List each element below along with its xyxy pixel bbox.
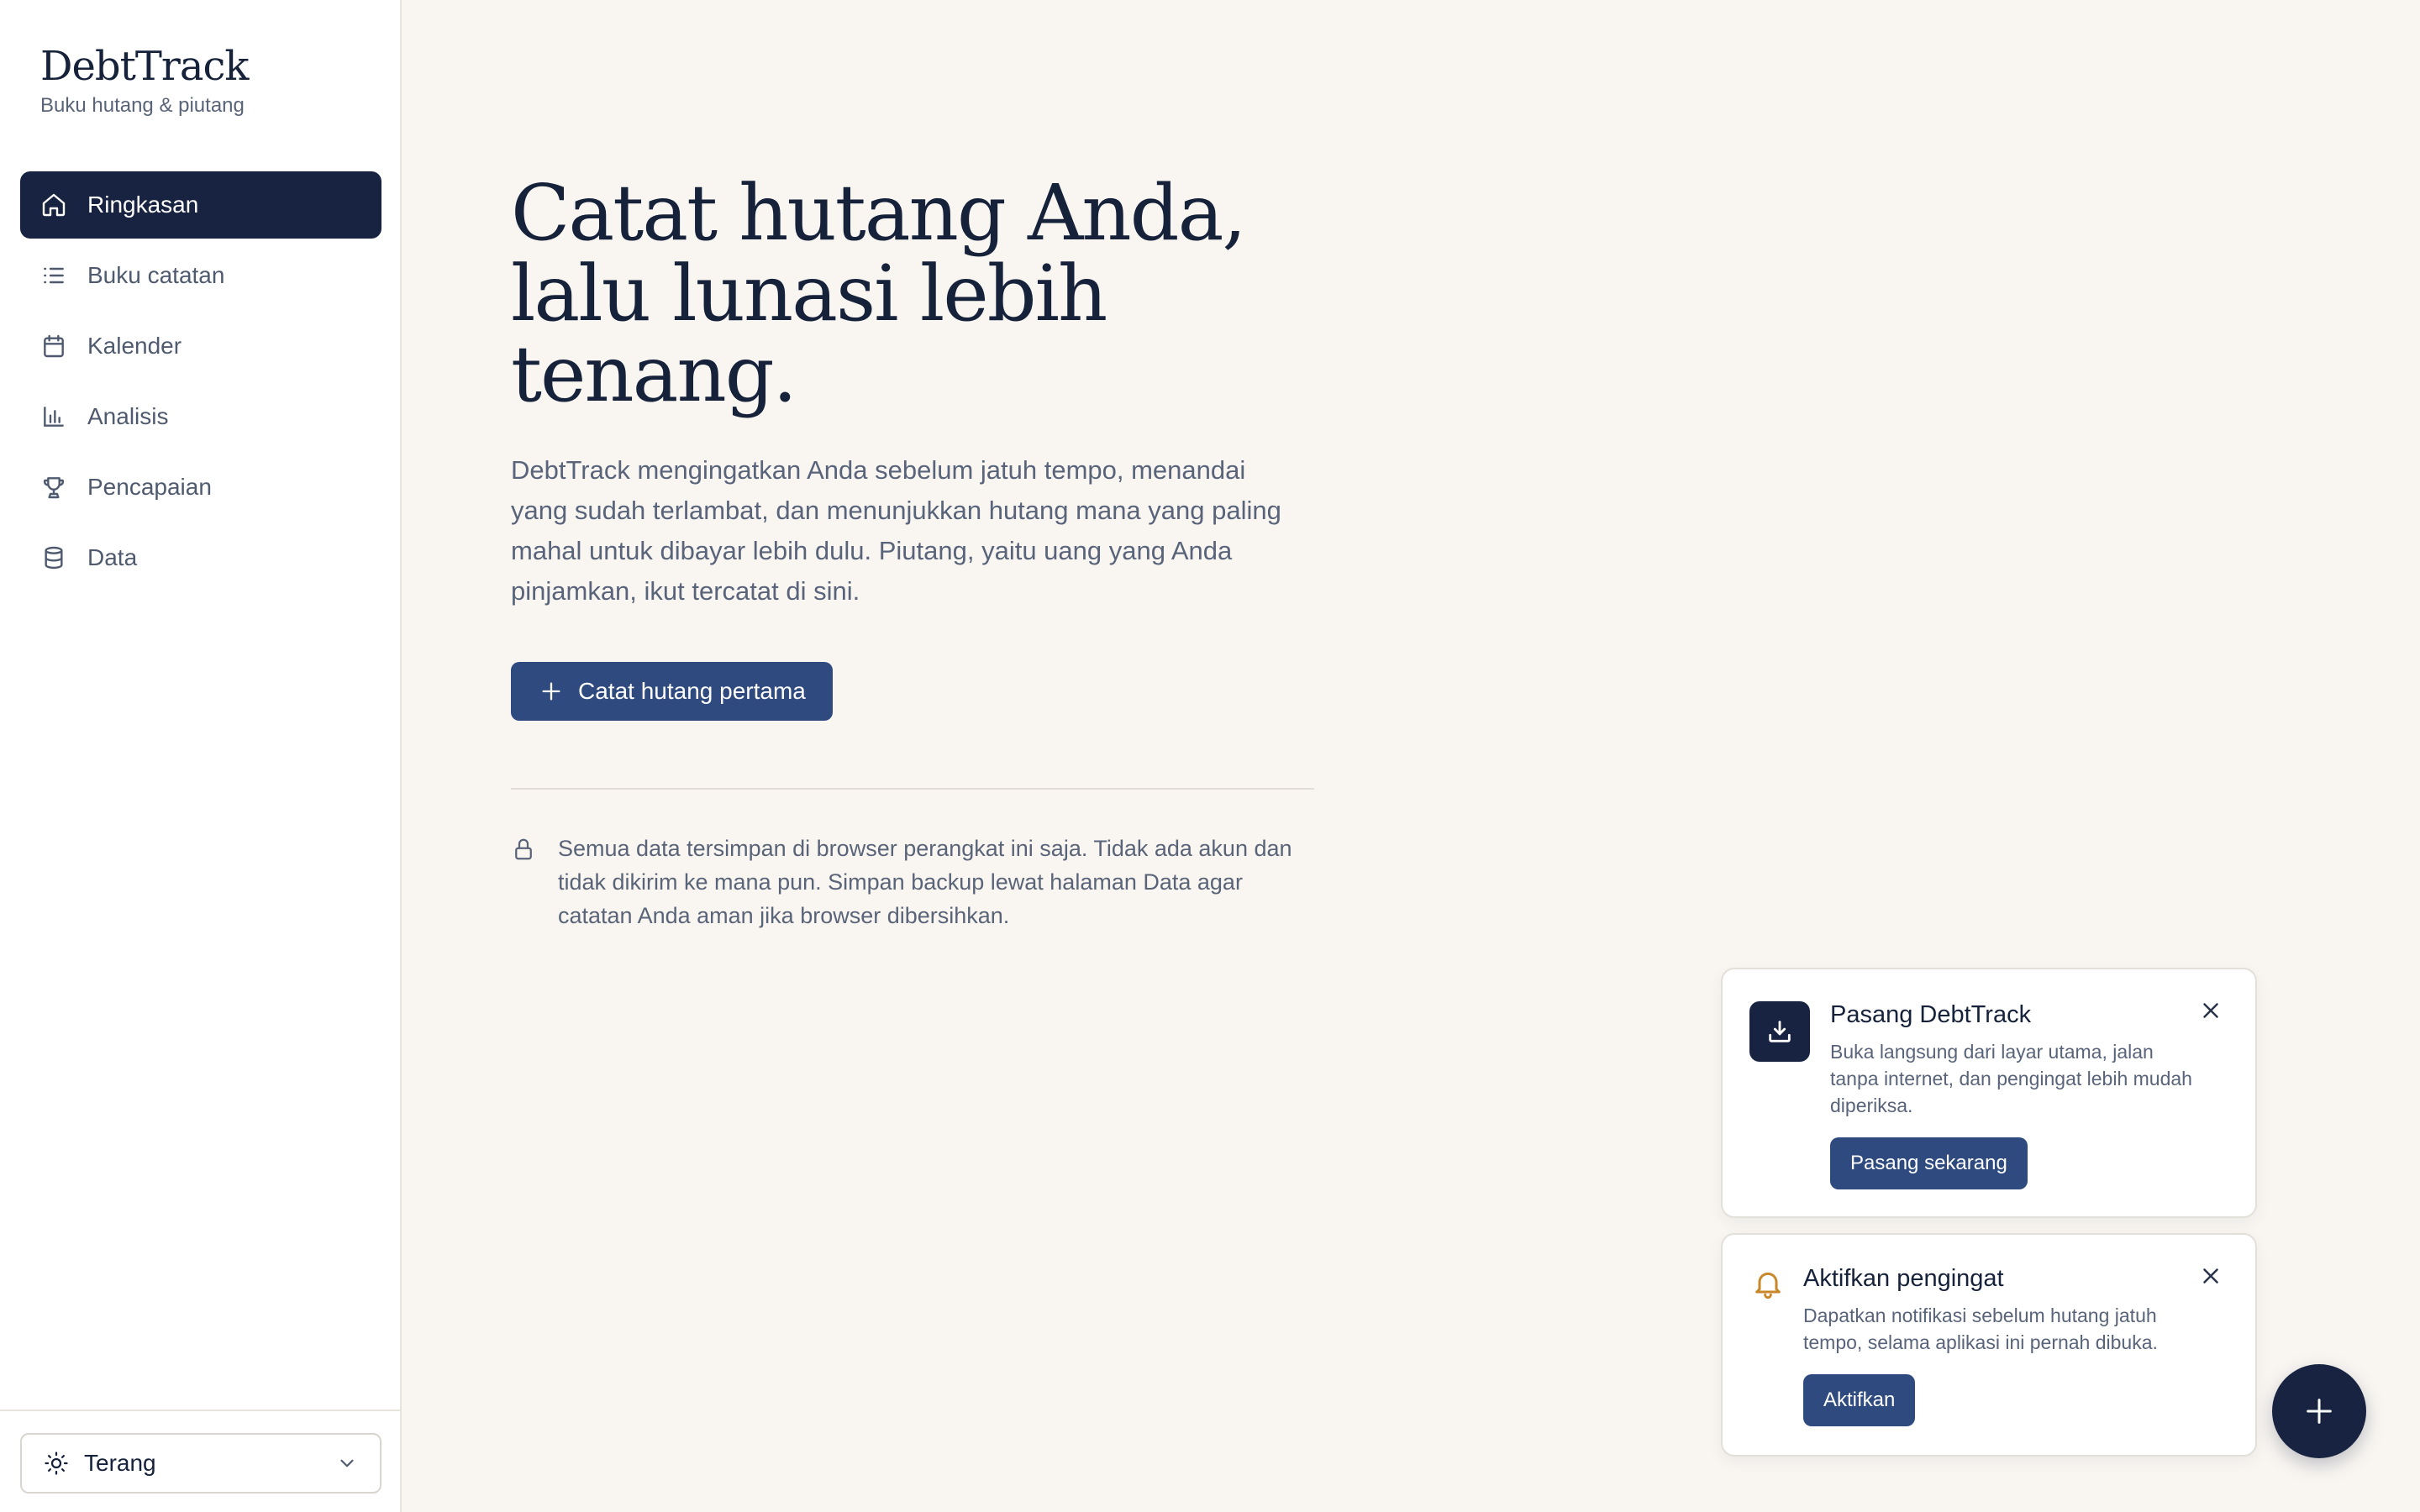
reminder-toast: Aktifkan pengingat Dapatkan notifikasi s… [1721,1233,2257,1457]
privacy-text: Semua data tersimpan di browser perangka… [558,836,1292,928]
plus-icon [2307,1399,2332,1424]
sidebar-item-label: Data [87,544,138,570]
privacy-note: Semua data tersimpan di browser perangka… [511,832,1318,932]
close-icon[interactable] [2198,998,2223,1023]
sidebar: DebtTrack Buku hutang & piutang Ringkasa… [0,0,402,1512]
sidebar-footer: Terang [0,1410,402,1512]
sidebar-item-buku-catatan[interactable]: Buku catatan [20,242,381,309]
hero-title-line: tenang. [511,329,797,419]
sidebar-nav: Ringkasan Buku catatan Kalender Analisis… [20,171,381,595]
sidebar-item-analisis[interactable]: Analisis [20,383,381,450]
lock-icon [511,837,536,862]
hero-description: DebtTrack mengingatkan Anda sebelum jatu… [511,455,1281,606]
trophy-icon [40,474,67,501]
install-toast-text: Buka langsung dari layar utama, jalan ta… [1830,1041,2192,1116]
home-icon [40,192,67,218]
close-icon[interactable] [2198,1263,2223,1289]
hero-title-line: lalu lunasi lebih [511,249,1107,339]
brand: DebtTrack Buku hutang & piutang [40,42,249,118]
sidebar-item-label: Kalender [87,333,182,359]
hero-title-line: Catat hutang Anda, [511,168,1247,258]
download-icon [1749,1001,1810,1062]
install-now-button[interactable]: Pasang sekarang [1830,1137,2028,1189]
bar-chart-icon [40,403,67,430]
divider [511,788,1314,790]
hero-title: Catat hutang Anda, lalu lunasi lebih ten… [511,173,1318,415]
hero-section: Catat hutang Anda, lalu lunasi lebih ten… [511,173,1318,932]
sidebar-item-label: Pencapaian [87,474,212,500]
reminder-toast-title: Aktifkan pengingat [1803,1265,2004,1292]
sidebar-item-label: Analisis [87,403,169,429]
chevron-down-icon [336,1452,358,1474]
sidebar-item-label: Buku catatan [87,262,225,288]
sidebar-item-label: Ringkasan [87,192,199,218]
install-toast-title: Pasang DebtTrack [1830,1001,2032,1028]
sidebar-item-ringkasan[interactable]: Ringkasan [20,171,381,239]
sidebar-item-data[interactable]: Data [20,524,381,591]
install-toast-body: Pasang DebtTrack Buka langsung dari laya… [1830,1000,2200,1189]
reminder-toast-body: Aktifkan pengingat Dapatkan notifikasi s… [1803,1263,2207,1426]
list-icon [40,262,67,289]
theme-select-value: Terang [84,1450,156,1476]
calendar-icon [40,333,67,360]
bell-icon [1751,1267,1785,1300]
add-first-debt-button[interactable]: Catat hutang pertama [511,662,833,721]
app-title: DebtTrack [40,43,249,90]
plus-icon [539,680,563,703]
database-icon [40,544,67,571]
sidebar-item-pencapaian[interactable]: Pencapaian [20,454,381,521]
sun-icon [44,1451,69,1476]
app-subtitle: Buku hutang & piutang [40,94,245,117]
theme-select[interactable]: Terang [20,1433,381,1494]
add-first-debt-label: Catat hutang pertama [578,678,806,704]
reminder-toast-text: Dapatkan notifikasi sebelum hutang jatuh… [1803,1305,2158,1353]
sidebar-item-kalender[interactable]: Kalender [20,312,381,380]
add-debt-fab[interactable] [2272,1364,2366,1458]
install-toast: Pasang DebtTrack Buka langsung dari laya… [1721,968,2257,1218]
enable-reminders-button[interactable]: Aktifkan [1803,1374,1916,1426]
